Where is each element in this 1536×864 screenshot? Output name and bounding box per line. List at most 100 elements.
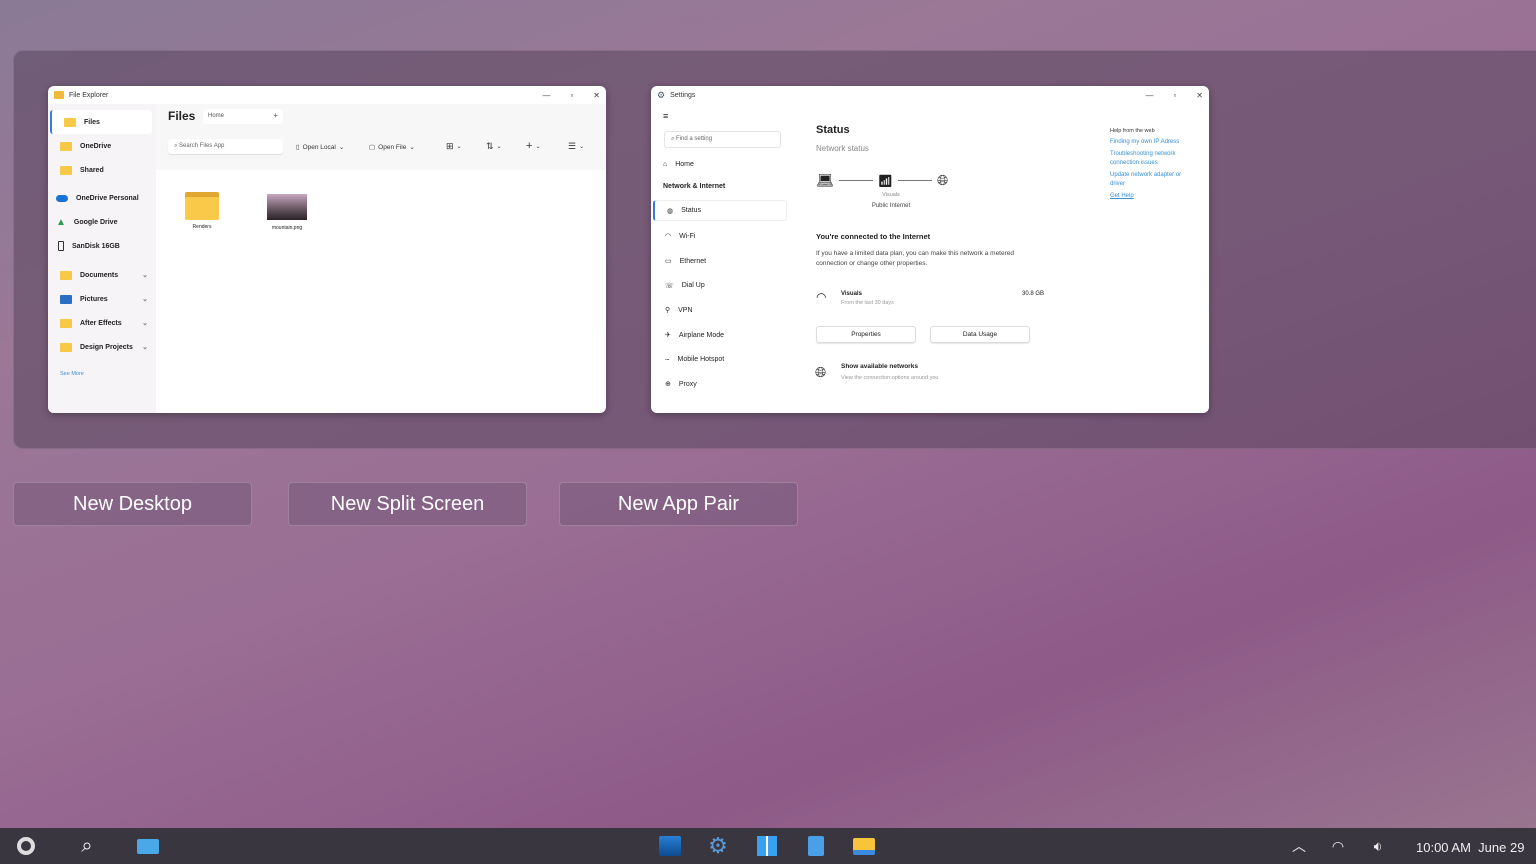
wifi-icon: ◠ <box>816 290 827 304</box>
new-split-screen-button[interactable]: New Split Screen <box>288 482 527 526</box>
notepad-app[interactable] <box>804 834 828 858</box>
chevron-down-icon[interactable]: ⌄ <box>142 271 148 279</box>
file-item-renders[interactable]: Renders <box>180 192 224 230</box>
task-view-button[interactable] <box>136 834 160 858</box>
search-button[interactable]: ⌕ <box>75 834 99 858</box>
usage-amount: 30.8 GB <box>1022 291 1045 297</box>
chevron-down-icon[interactable]: ⌄ <box>142 343 148 351</box>
tab-home[interactable]: Home + <box>203 109 283 124</box>
file-item-mountain[interactable]: mountain.png <box>262 194 312 231</box>
sidebar-item-shared[interactable]: Shared <box>48 158 156 182</box>
hotspot-icon: ⵈ <box>665 356 670 364</box>
close-button[interactable]: ✕ <box>1196 91 1203 100</box>
label: New Split Screen <box>330 492 485 515</box>
settings-window[interactable]: ⚙ Settings — ▫ ✕ ≡ ⌕ Find a setting ⌂ Home … <box>651 86 1209 413</box>
label: Status <box>681 207 701 214</box>
sidebar-item-sandisk[interactable]: SanDisk 16GB <box>48 234 156 258</box>
ethernet-icon: ▭ <box>665 258 672 266</box>
network-name: Visuals <box>882 192 900 198</box>
wifi-icon: ◠ <box>665 233 672 241</box>
sidebar-item-pictures[interactable]: Pictures ⌄ <box>48 287 156 311</box>
home-icon: ⌂ <box>663 160 668 168</box>
label: Documents <box>80 271 119 279</box>
label: Dial Up <box>681 282 705 290</box>
date: June 29 <box>1478 840 1525 855</box>
file-explorer-window[interactable]: File Explorer — ▫ ✕ Files OneDrive Shared … <box>48 86 606 413</box>
open-local-button[interactable]: ▯ Open Local ⌄ <box>296 143 345 152</box>
view-button[interactable]: ⊞ ⌄ <box>446 141 462 152</box>
sidebar-item-documents[interactable]: Documents ⌄ <box>48 263 156 287</box>
nav-mobile-hotspot[interactable]: ⵈ Mobile Hotspot <box>653 347 787 372</box>
wifi-icon: 📶︎ <box>877 173 894 188</box>
maximize-button[interactable]: ▫ <box>570 91 573 100</box>
show-hidden-icons-button[interactable]: ︿ <box>1287 834 1311 858</box>
find-setting-input[interactable]: ⌕ Find a setting <box>664 131 781 148</box>
phone-icon: ☏ <box>665 282 674 290</box>
hamburger-menu-icon[interactable]: ≡ <box>663 111 668 121</box>
new-desktop-button[interactable]: New Desktop <box>13 482 252 526</box>
nav-home[interactable]: ⌂ Home <box>651 152 694 177</box>
section-title: Network & Internet <box>663 183 726 190</box>
volume-icon: 🔉︎ <box>1373 837 1383 854</box>
sidebar-item-design-projects[interactable]: Design Projects ⌄ <box>48 335 156 359</box>
get-help-link[interactable]: Get Help <box>1110 192 1190 200</box>
nav-status[interactable]: ◍ Status <box>653 200 787 221</box>
nav-ethernet[interactable]: ▭ Ethernet <box>653 249 787 274</box>
search-input[interactable]: ⌕ Search Files App <box>168 139 283 154</box>
minimize-button[interactable]: — <box>542 91 550 100</box>
label: Mobile Hotspot <box>677 356 725 364</box>
search-icon: ⌕ <box>81 834 93 857</box>
sidebar-item-files[interactable]: Files <box>50 110 152 134</box>
clock[interactable]: 10:00 AM June 29 <box>1416 840 1524 855</box>
nav-wifi[interactable]: ◠ Wi-Fi <box>653 224 787 249</box>
maximize-button[interactable]: ▫ <box>1173 91 1176 100</box>
chevron-down-icon: ⌄ <box>496 144 502 150</box>
photos-app[interactable] <box>658 834 682 858</box>
close-button[interactable]: ✕ <box>593 91 600 100</box>
pictures-icon <box>60 294 72 304</box>
open-file-button[interactable]: ▢ Open File ⌄ <box>369 143 415 152</box>
see-more-link[interactable]: See More <box>48 371 156 377</box>
minimize-button[interactable]: — <box>1145 91 1153 100</box>
chevron-down-icon[interactable]: ⌄ <box>142 319 148 327</box>
properties-button[interactable]: Properties <box>816 326 916 343</box>
sidebar-item-google-drive[interactable]: ▲ Google Drive <box>48 210 156 234</box>
add-tab-button[interactable]: + <box>273 111 278 120</box>
help-link[interactable]: Update network adapter or driver <box>1110 171 1190 188</box>
folder-icon <box>64 117 76 127</box>
help-link[interactable]: Troubleshooting network connection issue… <box>1110 150 1190 167</box>
help-link[interactable]: Finding my own IP Adress <box>1110 138 1190 146</box>
wifi-tray-button[interactable]: ◠ <box>1326 834 1350 858</box>
data-usage-button[interactable]: Data Usage <box>930 326 1030 343</box>
layout-button[interactable]: ☰ ⌄ <box>568 141 584 152</box>
nav-proxy[interactable]: ⊕ Proxy <box>653 372 787 397</box>
sidebar-item-after-effects[interactable]: After Effects ⌄ <box>48 311 156 335</box>
show-networks-link[interactable]: Show available networks <box>841 363 918 370</box>
nav-airplane-mode[interactable]: ✈ Airplane Mode <box>653 323 787 348</box>
cloud-icon <box>56 194 68 202</box>
sidebar-item-onedrive-personal[interactable]: OneDrive Personal <box>48 186 156 210</box>
title-bar: File Explorer — ▫ ✕ <box>48 86 606 104</box>
new-button[interactable]: + ⌄ <box>526 140 540 152</box>
label: Airplane Mode <box>678 331 725 339</box>
folder-icon <box>60 270 72 280</box>
nav-dial-up[interactable]: ☏ Dial Up <box>653 273 787 298</box>
settings-app[interactable]: ⚙ <box>706 833 730 858</box>
chevron-down-icon: ⌄ <box>338 144 345 151</box>
start-button[interactable] <box>14 834 38 858</box>
file-explorer-app[interactable] <box>852 834 876 858</box>
nav-vpn[interactable]: ⚲ VPN <box>653 298 787 323</box>
new-app-pair-button[interactable]: New App Pair <box>559 482 798 526</box>
label: New App Pair <box>617 492 740 515</box>
sidebar-item-onedrive[interactable]: OneDrive <box>48 134 156 158</box>
vpn-icon: ⚲ <box>665 307 671 315</box>
chevron-down-icon[interactable]: ⌄ <box>142 295 148 303</box>
file-icon: ▢ <box>369 144 376 151</box>
device-icon: ▯ <box>296 144 300 151</box>
folder-icon <box>185 192 219 220</box>
folder-icon <box>60 141 72 151</box>
sort-button[interactable]: ⇅ ⌄ <box>486 141 502 152</box>
store-app[interactable] <box>755 834 779 858</box>
label: Home <box>675 160 694 168</box>
volume-button[interactable]: 🔉︎ <box>1366 834 1390 858</box>
